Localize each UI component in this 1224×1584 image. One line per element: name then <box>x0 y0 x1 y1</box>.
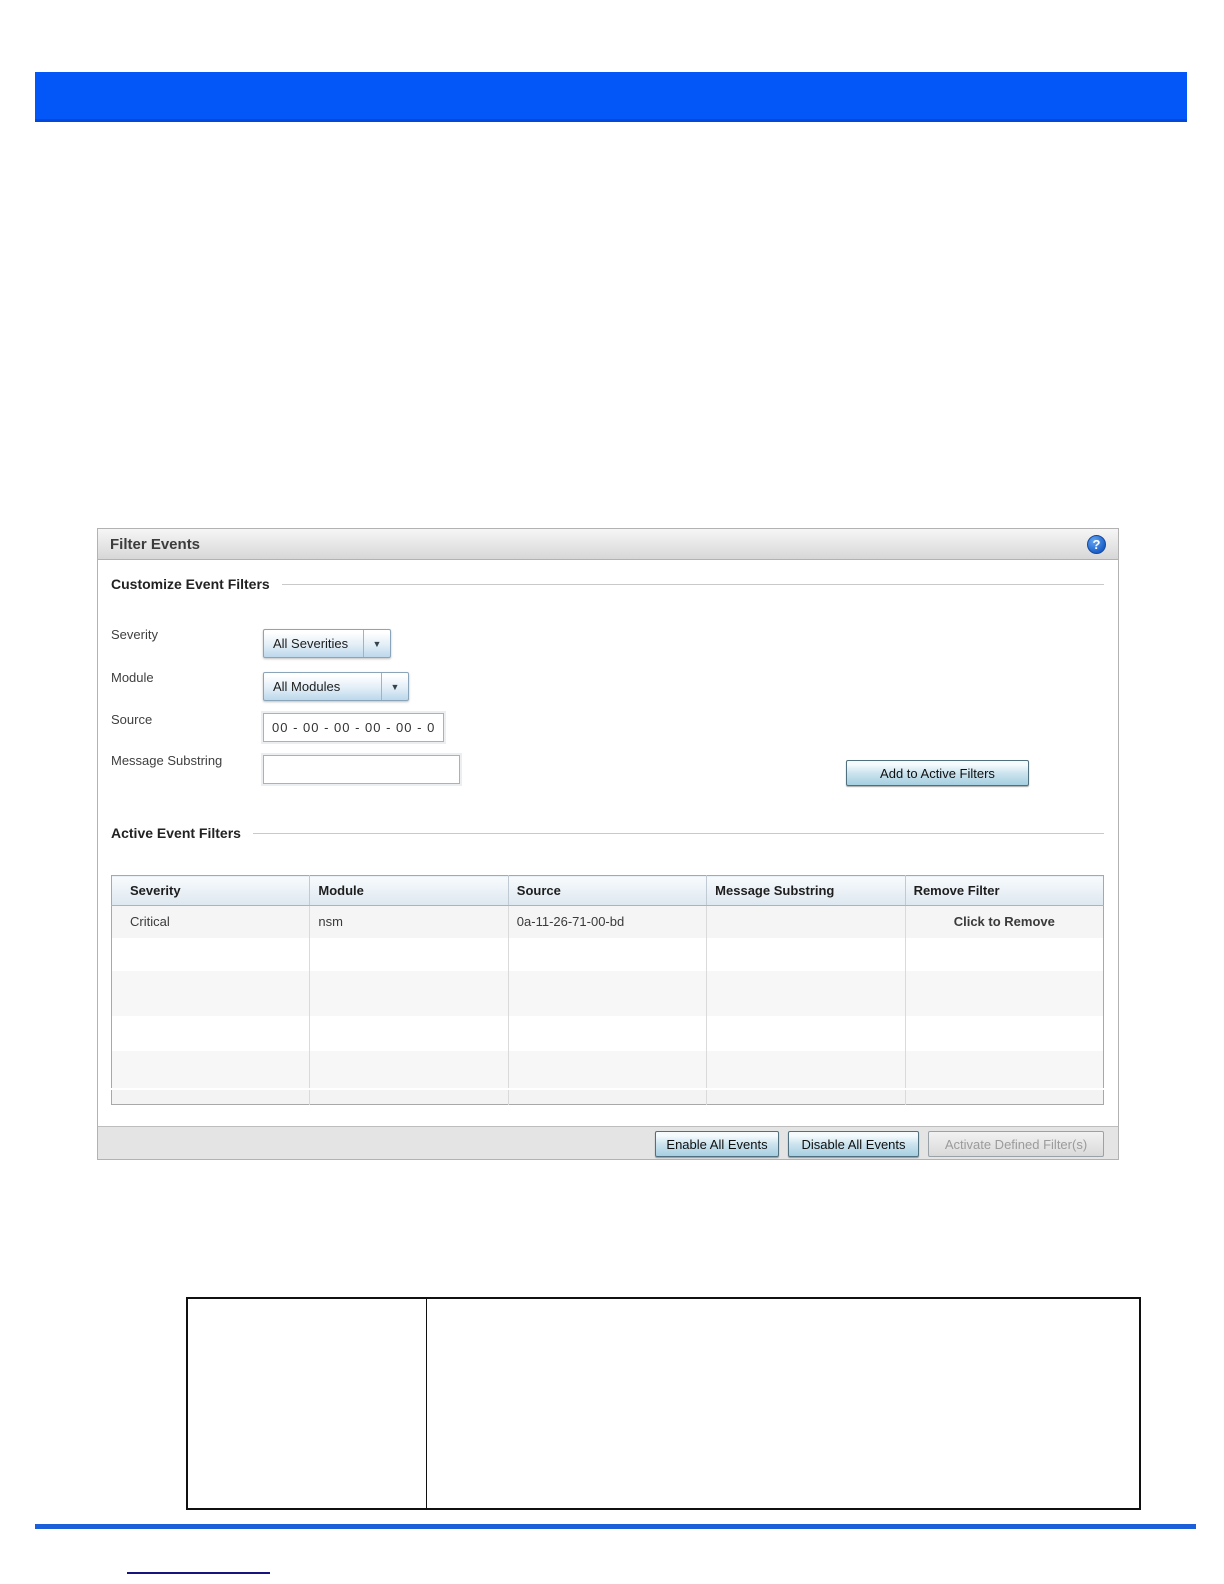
chevron-down-icon[interactable]: ▼ <box>381 673 408 700</box>
customize-event-filters-heading: Customize Event Filters <box>111 576 1104 592</box>
column-header-source: Source <box>508 875 708 906</box>
top-banner <box>35 72 1187 122</box>
panel-header: Filter Events ? <box>98 529 1118 560</box>
table-cell <box>111 1088 311 1105</box>
table-cell <box>309 970 509 1016</box>
heading-rule <box>281 583 1104 585</box>
reference-table-description-cell <box>427 1299 1139 1508</box>
severity-dropdown-value: All Severities <box>273 636 349 651</box>
table-cell <box>508 1015 708 1051</box>
table-row-empty <box>111 970 1104 1016</box>
table-cell <box>905 1016 1103 1051</box>
footer-rule <box>35 1524 1196 1529</box>
add-to-active-filters-button[interactable]: Add to Active Filters <box>846 760 1029 786</box>
cell-module: nsm <box>309 905 509 938</box>
footer-link-underline <box>127 1572 270 1574</box>
table-cell <box>111 1015 311 1051</box>
module-dropdown[interactable]: All Modules ▼ <box>263 672 409 701</box>
column-header-message-substring: Message Substring <box>706 875 906 906</box>
table-row: Critical nsm 0a-11-26-71-00-bd Click to … <box>111 905 1104 938</box>
severity-label: Severity <box>111 627 158 642</box>
panel-title: Filter Events <box>110 535 201 553</box>
table-row-empty <box>111 937 1104 971</box>
table-cell <box>508 970 708 1016</box>
table-row-empty <box>111 1088 1104 1105</box>
message-substring-label: Message Substring <box>111 753 223 768</box>
cell-source: 0a-11-26-71-00-bd <box>508 905 708 938</box>
enable-all-events-button[interactable]: Enable All Events <box>655 1131 779 1157</box>
help-icon[interactable]: ? <box>1087 534 1106 554</box>
source-input[interactable] <box>261 711 446 744</box>
message-substring-input[interactable] <box>261 753 462 786</box>
module-label: Module <box>111 670 154 685</box>
source-label: Source <box>111 712 153 727</box>
table-cell <box>309 1050 509 1089</box>
table-cell <box>508 937 708 971</box>
table-cell <box>508 1050 708 1089</box>
table-cell <box>905 1089 1103 1105</box>
column-header-module: Module <box>309 875 509 906</box>
severity-dropdown[interactable]: All Severities ▼ <box>263 629 391 658</box>
table-cell <box>706 1088 906 1105</box>
table-cell <box>905 1051 1103 1089</box>
cell-severity: Critical <box>111 905 311 938</box>
table-cell <box>309 937 509 971</box>
reference-table <box>186 1297 1141 1510</box>
table-cell <box>706 1050 906 1089</box>
column-header-severity: Severity <box>111 875 311 906</box>
heading-rule <box>252 832 1104 834</box>
table-header-row: Severity Module Source Message Substring… <box>111 875 1104 906</box>
module-dropdown-value: All Modules <box>273 679 341 694</box>
table-cell <box>508 1088 708 1105</box>
table-cell <box>706 1015 906 1051</box>
filter-events-panel: Filter Events ? Customize Event Filters … <box>97 528 1119 1160</box>
section-title: Customize Event Filters <box>111 576 270 592</box>
reference-table-term-cell <box>188 1299 427 1508</box>
table-row-empty <box>111 1050 1104 1089</box>
chevron-down-icon[interactable]: ▼ <box>363 630 390 657</box>
cell-message-substring <box>706 905 906 938</box>
activate-defined-filters-button[interactable]: Activate Defined Filter(s) <box>928 1131 1104 1157</box>
click-to-remove-link[interactable]: Click to Remove <box>905 906 1103 938</box>
table-cell <box>111 1050 311 1089</box>
disable-all-events-button[interactable]: Disable All Events <box>788 1131 919 1157</box>
table-row-empty <box>111 1015 1104 1051</box>
table-cell <box>706 970 906 1016</box>
table-cell <box>706 937 906 971</box>
table-cell <box>111 970 311 1016</box>
section-title: Active Event Filters <box>111 825 241 841</box>
column-header-remove-filter: Remove Filter <box>905 875 1104 906</box>
table-cell <box>309 1088 509 1105</box>
table-cell <box>905 971 1103 1016</box>
table-cell <box>905 938 1103 971</box>
active-event-filters-heading: Active Event Filters <box>111 825 1104 841</box>
active-filters-table: Severity Module Source Message Substring… <box>111 875 1104 1105</box>
table-cell <box>309 1015 509 1051</box>
panel-footer: Enable All Events Disable All Events Act… <box>98 1126 1118 1159</box>
table-cell <box>111 937 311 971</box>
